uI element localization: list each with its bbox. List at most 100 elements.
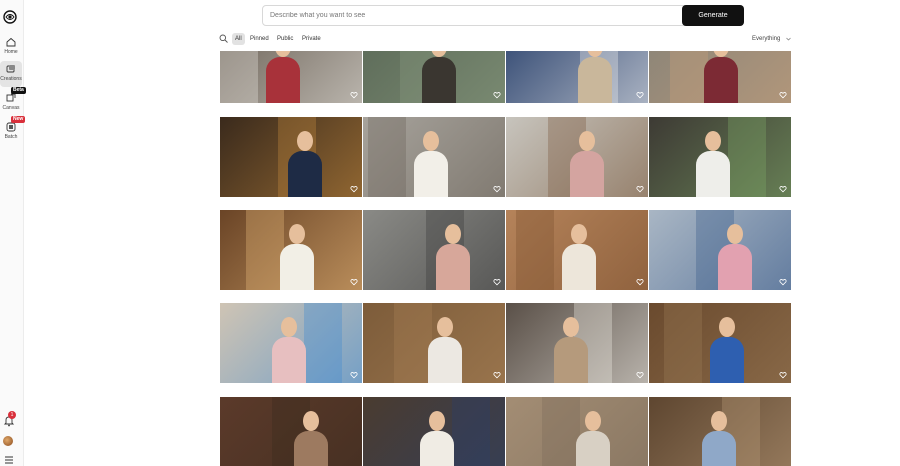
avatar[interactable] [3, 436, 13, 446]
home-icon [6, 37, 16, 47]
gallery-image-tile[interactable] [220, 210, 362, 290]
subject-head [719, 317, 735, 337]
scene-background [670, 51, 708, 103]
scene-background [304, 303, 342, 383]
subject-head [289, 224, 305, 244]
subject-figure [702, 431, 736, 466]
gallery-image-tile[interactable] [649, 51, 791, 103]
gallery-image-tile[interactable] [506, 397, 648, 466]
search-icon[interactable] [219, 34, 228, 43]
gallery-image-tile[interactable] [363, 210, 505, 290]
heart-icon[interactable] [779, 91, 787, 99]
subject-head [579, 131, 595, 151]
subject-figure [294, 431, 328, 466]
subject-head [281, 317, 297, 337]
creations-icon [6, 65, 15, 73]
heart-icon[interactable] [493, 371, 501, 379]
filter-tab-private[interactable]: Private [299, 33, 324, 45]
subject-head [303, 411, 319, 431]
subject-figure [562, 244, 596, 290]
gallery-grid [220, 51, 792, 466]
sidebar-item-home[interactable]: Home [0, 34, 22, 60]
new-badge: New [11, 116, 26, 123]
filter-tab-all[interactable]: All [232, 33, 245, 45]
scene-background [394, 303, 432, 383]
scene-background [728, 117, 766, 197]
menu-icon[interactable] [3, 454, 15, 466]
gallery-image-tile[interactable] [506, 210, 648, 290]
prompt-input[interactable] [263, 6, 683, 25]
sidebar-item-label: Creations [0, 76, 22, 82]
scene-background [542, 397, 580, 466]
sidebar-item-label: Canvas [2, 105, 20, 111]
prompt-bar: Generate [262, 5, 744, 26]
gallery-image-tile[interactable] [649, 303, 791, 383]
gallery-image-tile[interactable] [649, 397, 791, 466]
gallery-image-tile[interactable] [649, 117, 791, 197]
sidebar: Home Creations Beta Canvas New Batch 1 [0, 0, 26, 466]
scene-background [516, 210, 554, 290]
sidebar-item-label: Home [4, 49, 18, 55]
scene-background [452, 397, 490, 466]
sidebar-item-batch[interactable]: New Batch [0, 116, 26, 145]
heart-icon[interactable] [350, 185, 358, 193]
subject-figure [272, 337, 306, 383]
subject-figure [266, 57, 300, 103]
heart-icon[interactable] [636, 278, 644, 286]
filter-tab-public[interactable]: Public [274, 33, 296, 45]
beta-badge: Beta [11, 87, 26, 94]
subject-figure [420, 431, 454, 466]
generate-button[interactable]: Generate [682, 5, 744, 26]
subject-figure [422, 57, 456, 103]
subject-figure [718, 244, 752, 290]
scene-background [664, 303, 702, 383]
subject-head [571, 224, 587, 244]
gallery-image-tile[interactable] [363, 117, 505, 197]
subject-figure [288, 151, 322, 197]
gallery-image-tile[interactable] [506, 51, 648, 103]
gallery-image-tile[interactable] [506, 117, 648, 197]
subject-head [429, 411, 445, 431]
scope-dropdown[interactable]: Everything [752, 33, 780, 45]
heart-icon[interactable] [636, 185, 644, 193]
subject-head [711, 411, 727, 431]
gallery-image-tile[interactable] [649, 210, 791, 290]
subject-figure [704, 57, 738, 103]
subject-head [297, 131, 313, 151]
scene-background [368, 117, 406, 197]
heart-icon[interactable] [493, 91, 501, 99]
gallery-image-tile[interactable] [220, 397, 362, 466]
heart-icon[interactable] [493, 278, 501, 286]
subject-head [445, 224, 461, 244]
gallery-image-tile[interactable] [363, 51, 505, 103]
heart-icon[interactable] [636, 371, 644, 379]
canvas-icon [6, 93, 16, 102]
heart-icon[interactable] [779, 371, 787, 379]
gallery-image-tile[interactable] [220, 51, 362, 103]
gallery-image-tile[interactable] [363, 397, 505, 466]
subject-figure [696, 151, 730, 197]
subject-figure [578, 57, 612, 103]
heart-icon[interactable] [636, 91, 644, 99]
heart-icon[interactable] [350, 278, 358, 286]
gallery-image-tile[interactable] [220, 117, 362, 197]
heart-icon[interactable] [350, 371, 358, 379]
subject-figure [570, 151, 604, 197]
gallery-image-tile[interactable] [363, 303, 505, 383]
subject-head [563, 317, 579, 337]
gallery-image-tile[interactable] [506, 303, 648, 383]
heart-icon[interactable] [350, 91, 358, 99]
heart-icon[interactable] [779, 185, 787, 193]
subject-figure [554, 337, 588, 383]
subject-head [423, 131, 439, 151]
sidebar-item-creations[interactable]: Creations [0, 61, 22, 87]
subject-head [727, 224, 743, 244]
scene-background [220, 51, 258, 103]
filter-tab-pinned[interactable]: Pinned [247, 33, 272, 45]
sidebar-item-canvas[interactable]: Beta Canvas [0, 87, 26, 116]
batch-icon [6, 122, 16, 132]
app-logo-icon[interactable] [3, 10, 17, 24]
gallery-image-tile[interactable] [220, 303, 362, 383]
heart-icon[interactable] [493, 185, 501, 193]
heart-icon[interactable] [779, 278, 787, 286]
